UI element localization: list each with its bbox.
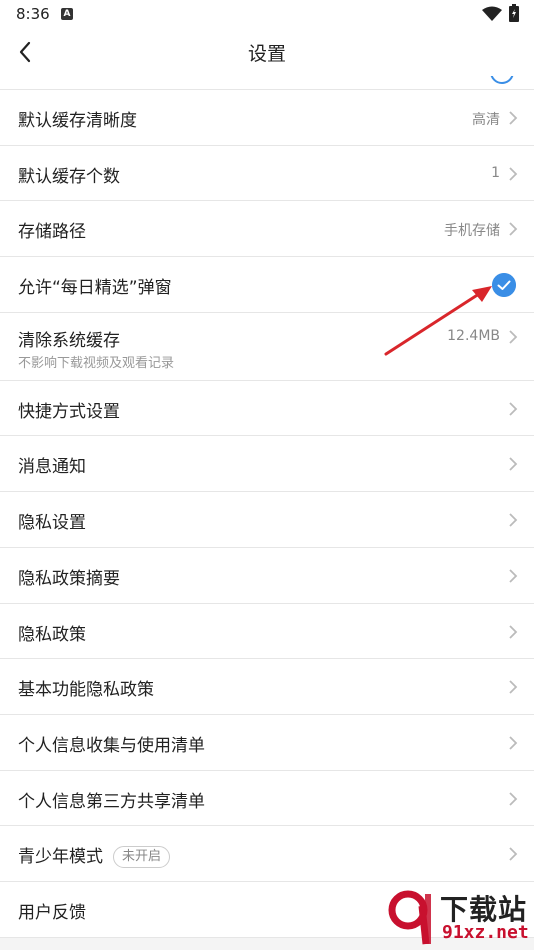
setting-clear-cache[interactable]: 清除系统缓存 不影响下载视频及观看记录 12.4MB	[0, 312, 534, 381]
youth-mode-label: 青少年模式	[18, 847, 103, 868]
row-label: 隐私设置	[18, 513, 86, 534]
chevron-right-icon	[509, 624, 518, 639]
setting-privacy-policy[interactable]: 隐私政策	[0, 603, 534, 660]
setting-youth-mode[interactable]: 青少年模式 未开启	[0, 826, 534, 882]
partial-toggle-icon	[490, 76, 514, 84]
setting-default-cache-quality[interactable]: 默认缓存清晰度 高清	[0, 90, 534, 146]
chevron-right-icon	[509, 736, 518, 750]
chevron-right-icon	[509, 222, 518, 237]
setting-basic-privacy-policy[interactable]: 基本功能隐私政策	[0, 659, 534, 715]
chevron-right-icon	[509, 167, 518, 181]
watermark-domain: 91xz.net	[442, 922, 529, 943]
setting-info-collection-list[interactable]: 个人信息收集与使用清单	[0, 714, 534, 771]
setting-storage-path[interactable]: 存储路径 手机存储	[0, 201, 534, 258]
chevron-right-icon	[509, 791, 518, 806]
chevron-right-icon	[509, 457, 518, 472]
page-title: 设置	[247, 43, 286, 65]
setting-notifications[interactable]: 消息通知	[0, 436, 534, 493]
chevron-right-icon	[509, 680, 518, 694]
row-label: 消息通知	[18, 457, 86, 478]
status-badge: 未开启	[113, 846, 171, 869]
setting-privacy-summary[interactable]: 隐私政策摘要	[0, 547, 534, 604]
setting-daily-picks-popup[interactable]: 允许“每日精选”弹窗	[0, 257, 534, 313]
checkmark-circle-icon[interactable]	[492, 273, 516, 298]
chevron-right-icon	[509, 330, 518, 344]
row-label: 基本功能隐私政策	[18, 680, 154, 701]
settings-list: 默认缓存清晰度 高清 默认缓存个数 1 存储路径 手机存储 允许“每日精选”弹窗…	[0, 90, 534, 938]
row-label: 默认缓存清晰度	[18, 111, 137, 131]
setting-third-party-sharing-list[interactable]: 个人信息第三方共享清单	[0, 770, 534, 827]
chevron-right-icon	[509, 402, 518, 416]
row-value: 手机存储	[444, 223, 500, 240]
watermark: 下载站 91xz.net	[388, 884, 534, 950]
partial-row	[0, 76, 534, 90]
status-bar: 8:36 A	[0, 0, 534, 28]
battery-icon	[509, 4, 519, 22]
row-label: 默认缓存个数	[18, 166, 120, 187]
status-time: 8:36	[16, 5, 50, 23]
row-label: 清除系统缓存	[18, 330, 120, 351]
row-label: 隐私政策摘要	[18, 568, 120, 589]
setting-shortcuts[interactable]: 快捷方式设置	[0, 380, 534, 437]
setting-default-cache-count[interactable]: 默认缓存个数 1	[0, 145, 534, 202]
row-label: 用户反馈	[18, 902, 86, 923]
setting-privacy[interactable]: 隐私设置	[0, 492, 534, 548]
chevron-right-icon	[509, 569, 518, 583]
row-label: 青少年模式 未开启	[18, 842, 171, 869]
row-label: 个人信息收集与使用清单	[18, 735, 205, 756]
row-value: 12.4MB	[447, 327, 500, 344]
row-value: 高清	[472, 112, 500, 128]
row-sublabel: 不影响下载视频及观看记录	[18, 355, 175, 371]
row-label: 个人信息第三方共享清单	[18, 791, 205, 812]
chevron-right-icon	[509, 847, 518, 861]
watermark-logo-icon	[388, 890, 431, 945]
row-label: 快捷方式设置	[18, 401, 120, 422]
row-value: 1	[491, 164, 500, 181]
row-label: 存储路径	[18, 222, 86, 243]
row-label: 隐私政策	[18, 624, 86, 645]
chevron-right-icon	[509, 513, 518, 527]
row-label: 允许“每日精选”弹窗	[18, 278, 172, 299]
app-header: 设置	[0, 28, 534, 76]
chevron-right-icon	[509, 111, 518, 125]
wifi-icon	[482, 6, 502, 21]
notification-a-icon: A	[61, 8, 73, 20]
